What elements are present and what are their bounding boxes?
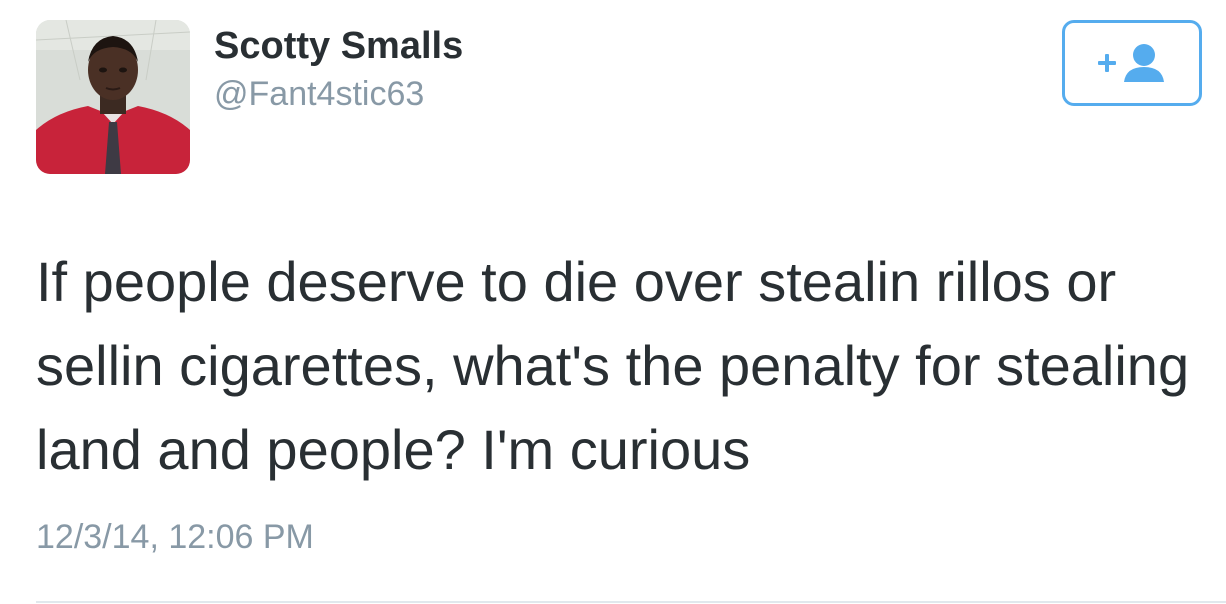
profile-photo: [36, 20, 190, 174]
follow-button[interactable]: [1062, 20, 1202, 106]
display-name[interactable]: Scotty Smalls: [214, 22, 463, 70]
avatar[interactable]: [36, 20, 190, 174]
user-handle[interactable]: @Fant4stic63: [214, 72, 424, 116]
divider: [36, 601, 1226, 603]
tweet-timestamp[interactable]: 12/3/14, 12:06 PM: [36, 515, 314, 559]
add-user-icon: [1098, 44, 1164, 82]
tweet-text: If people deserve to die over stealin ri…: [36, 250, 1190, 481]
